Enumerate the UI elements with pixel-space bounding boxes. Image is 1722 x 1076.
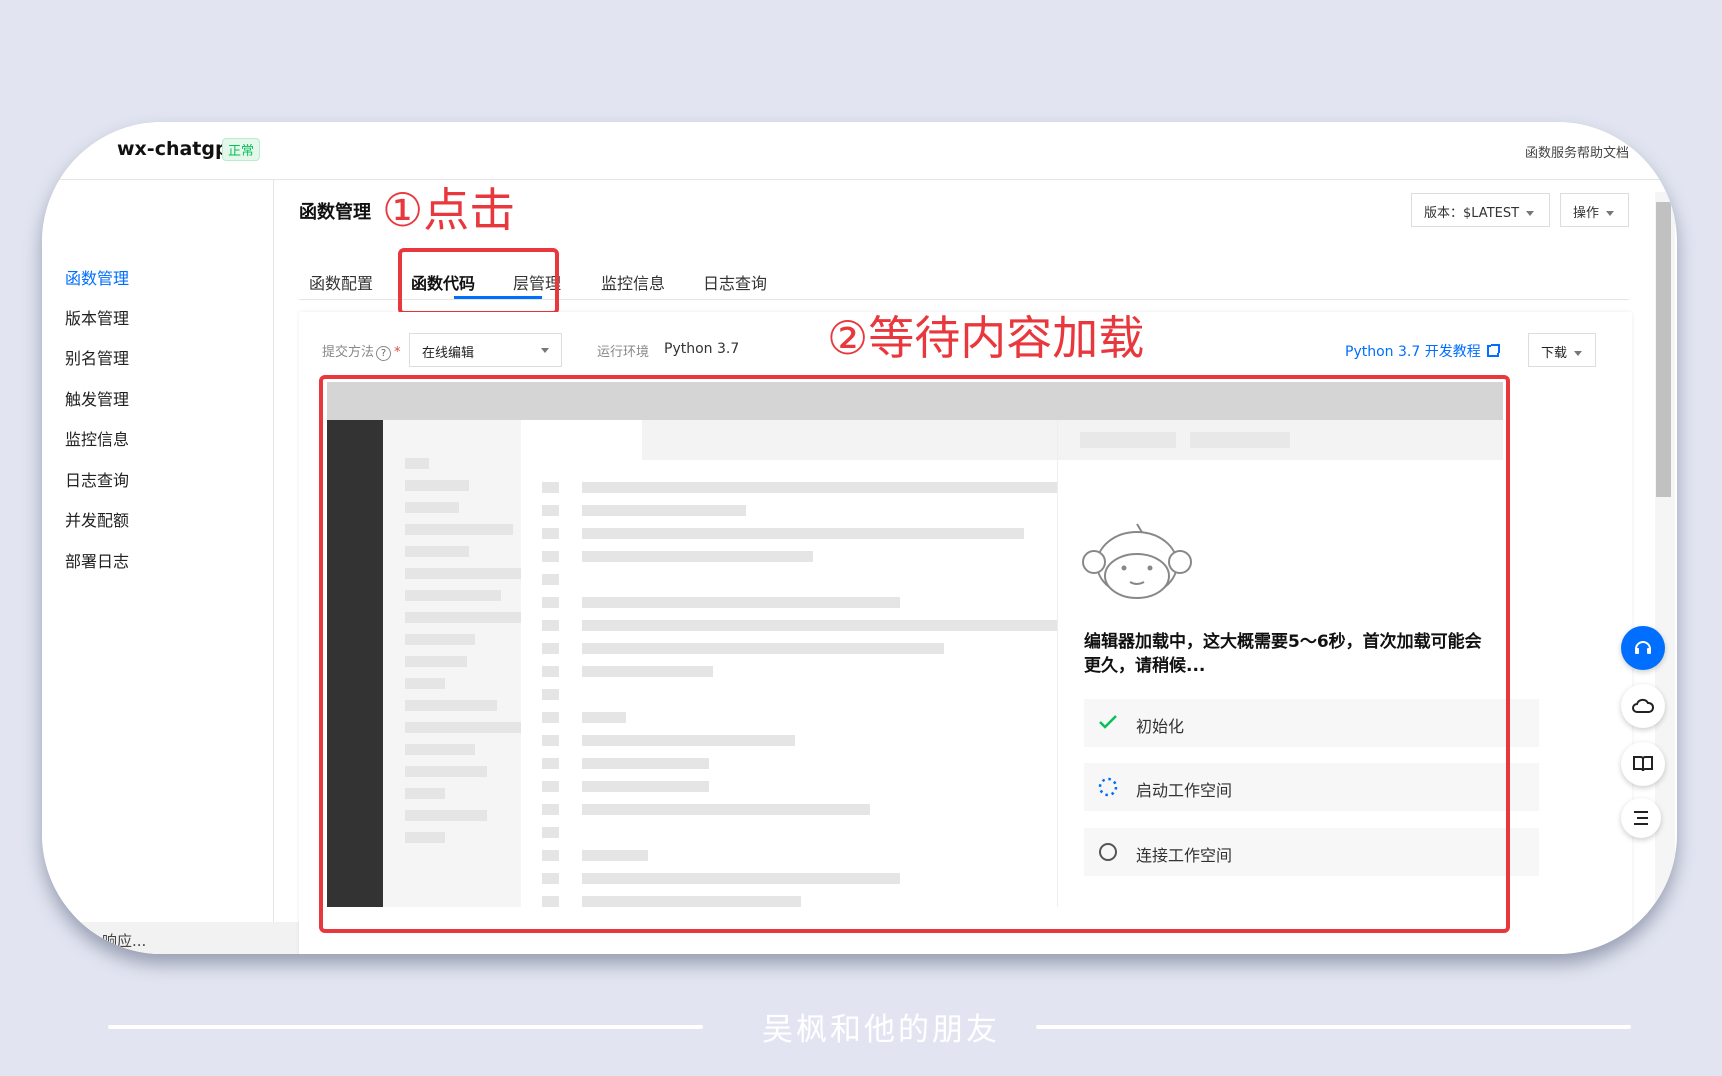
sidebar-item-concurrency-quota[interactable]: 并发配额 — [65, 507, 129, 531]
chevron-down-icon — [1574, 351, 1583, 356]
chevron-down-icon — [1606, 211, 1615, 216]
operation-dropdown[interactable]: 操作 — [1560, 193, 1629, 227]
sidebar-item-monitoring[interactable]: 监控信息 — [65, 426, 129, 450]
outline-button[interactable] — [1621, 798, 1661, 838]
sidebar-item-alias-management[interactable]: 别名管理 — [65, 345, 129, 369]
submit-method-label-text: 提交方法 — [322, 345, 375, 360]
page-title: 函数管理 — [299, 202, 371, 223]
operation-label: 操作 — [1573, 206, 1600, 221]
top-bar: wx-chatgpt 正常 函数服务帮助文档 — [42, 122, 1677, 180]
customer-service-button[interactable] — [1621, 626, 1665, 670]
download-button[interactable]: 下载 — [1528, 333, 1596, 367]
page-scrollbar-thumb[interactable] — [1656, 202, 1671, 497]
footer-watermark: 吴枫和他的朋友 — [762, 1012, 1000, 1048]
sidebar-item-deploy-log[interactable]: 部署日志 — [65, 548, 129, 572]
sidebar-item-trigger-management[interactable]: 触发管理 — [65, 386, 129, 410]
sidebar-item-log-query[interactable]: 日志查询 — [65, 467, 129, 491]
external-link-icon — [1486, 344, 1500, 357]
tutorial-link[interactable]: Python 3.7 开发教程 — [1345, 341, 1500, 361]
submit-method-label: 提交方法? * — [322, 341, 401, 361]
headset-icon — [1635, 641, 1651, 654]
footer-line-left — [108, 1025, 703, 1029]
help-icon[interactable]: ? — [376, 346, 392, 361]
editor-highlight-box — [319, 375, 1510, 933]
runtime-label: 运行环境 — [597, 345, 650, 360]
required-mark: * — [394, 345, 401, 360]
tab-monitoring[interactable]: 监控信息 — [601, 270, 665, 294]
cloud-assistant-button[interactable] — [1621, 684, 1665, 728]
list-icon — [1634, 811, 1648, 825]
cloud-icon — [1632, 698, 1654, 713]
version-select-label: 版本：$LATEST — [1424, 206, 1520, 221]
download-label: 下载 — [1541, 346, 1568, 361]
tab-log-query[interactable]: 日志查询 — [703, 270, 767, 294]
chevron-down-icon — [541, 348, 549, 353]
chevron-down-icon — [1526, 211, 1535, 216]
help-doc-link[interactable]: 函数服务帮助文档 — [1525, 142, 1635, 161]
submit-method-select[interactable]: 在线编辑 — [409, 333, 562, 367]
footer-line-right — [1036, 1025, 1631, 1029]
app-window: wx-chatgpt 正常 函数服务帮助文档 函数管理 版本管理 别名管理 触发… — [42, 122, 1677, 954]
tab-highlight-box — [398, 248, 559, 315]
docs-button[interactable] — [1621, 742, 1665, 786]
version-select[interactable]: 版本：$LATEST — [1411, 193, 1550, 227]
status-badge: 正常 — [222, 138, 261, 161]
submit-method-value: 在线编辑 — [422, 346, 475, 361]
tab-function-config[interactable]: 函数配置 — [309, 270, 373, 294]
function-name: wx-chatgpt — [117, 138, 238, 160]
sidebar-item-function-management[interactable]: 函数管理 — [65, 265, 129, 289]
runtime-value: Python 3.7 — [664, 341, 740, 357]
sidebar: 函数管理 版本管理 别名管理 触发管理 监控信息 日志查询 并发配额 部署日志 — [42, 180, 274, 954]
tutorial-link-text: Python 3.7 开发教程 — [1345, 344, 1481, 360]
annotation-step-2: ②等待内容加载 — [827, 311, 1145, 365]
book-icon — [1633, 756, 1653, 772]
sidebar-item-version-management[interactable]: 版本管理 — [65, 305, 129, 329]
annotation-step-1: ①点击 — [382, 183, 516, 237]
